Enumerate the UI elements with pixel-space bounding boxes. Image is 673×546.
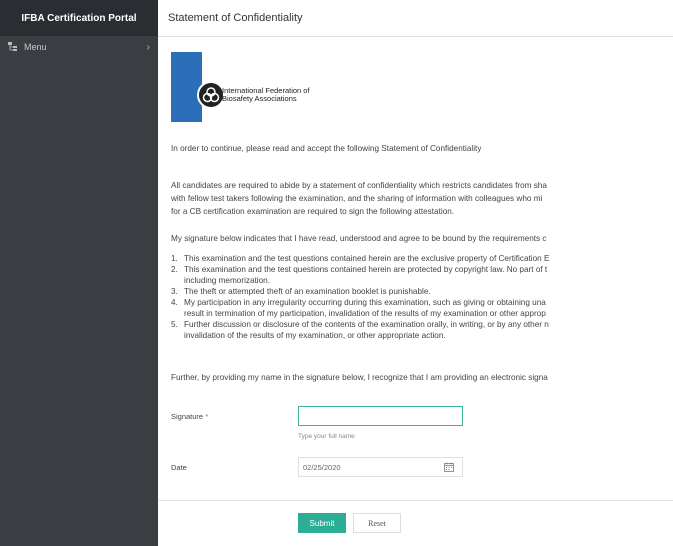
sitemap-icon [8,42,18,52]
list-item: 5. Further discussion or disclosure of t… [171,320,549,340]
reset-button[interactable]: Reset [353,513,401,533]
date-value: 02/25/2020 [303,462,341,472]
chevron-right-icon: › [146,41,150,53]
required-mark: * [205,412,209,421]
list-item: 1. This examination and the test questio… [171,254,550,263]
sidebar-item-menu[interactable]: Menu › [0,36,158,58]
intro-text: In order to continue, please read and ac… [171,144,482,153]
submit-button[interactable]: Submit [298,513,346,533]
list-item: 4. My participation in any irregularity … [171,298,546,318]
signature-hint: Type your full name [298,433,355,440]
electronic-signature-text: Further, by providing my name in the sig… [171,373,548,382]
list-item: 3. The theft or attempted theft of an ex… [171,287,431,296]
attestation-list: 1. This examination and the test questio… [171,253,549,341]
signature-statement: My signature below indicates that I have… [171,234,547,243]
world-map-icon [171,52,202,122]
paragraph-line: with fellow test takers following the ex… [171,194,543,203]
paragraph-line: All candidates are required to abide by … [171,181,547,190]
divider [158,500,673,501]
ifba-logo: International Federation of Biosafety As… [171,52,336,122]
page-title: Statement of Confidentiality [168,12,303,24]
logo-text: International Federation of Biosafety As… [222,86,310,103]
calendar-icon[interactable] [444,462,454,472]
sidebar: IFBA Certification Portal Menu › [0,0,158,546]
signature-label: Signature * [171,412,209,421]
portal-brand[interactable]: IFBA Certification Portal [0,0,158,36]
paragraph-line: for a CB certification examination are r… [171,207,455,216]
date-label: Date [171,463,187,472]
biohazard-icon [197,81,225,109]
list-item: 2. This examination and the test questio… [171,265,548,285]
page-header: Statement of Confidentiality [158,0,673,37]
menu-label: Menu [24,42,47,52]
date-field[interactable]: 02/25/2020 [298,457,463,477]
signature-input[interactable] [298,406,463,426]
main-content: Statement of Confidentiality Internation… [158,0,673,546]
